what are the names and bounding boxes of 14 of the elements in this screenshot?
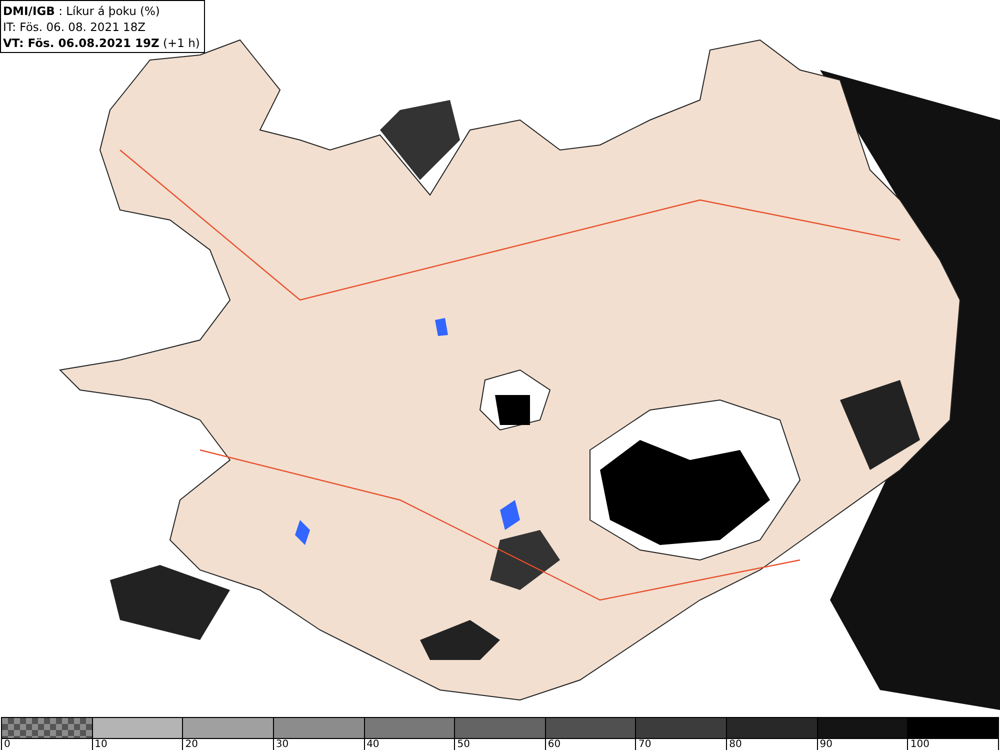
scale-label: 70 <box>638 739 652 750</box>
scale-label: 80 <box>729 739 742 750</box>
info-text: IT: Fös. 06. 08. 2021 18Z <box>3 19 147 35</box>
info-text: VT: Fös. 06.08.2021 19Z (+1 h) <box>3 35 200 51</box>
scale-label: 10 <box>94 739 108 750</box>
scale-label: 90 <box>820 739 832 750</box>
scale-label: 100 <box>910 739 930 750</box>
scale-label: 20 <box>185 739 198 750</box>
scale-label: 40 <box>366 739 380 750</box>
scale-label: 0 <box>4 739 10 750</box>
info-text: DMI/IGB : Líkur á þoku (%) <box>3 3 161 19</box>
scale-label: 60 <box>548 739 561 750</box>
scale-label: 50 <box>457 739 470 750</box>
scale-label: 30 <box>276 739 289 750</box>
